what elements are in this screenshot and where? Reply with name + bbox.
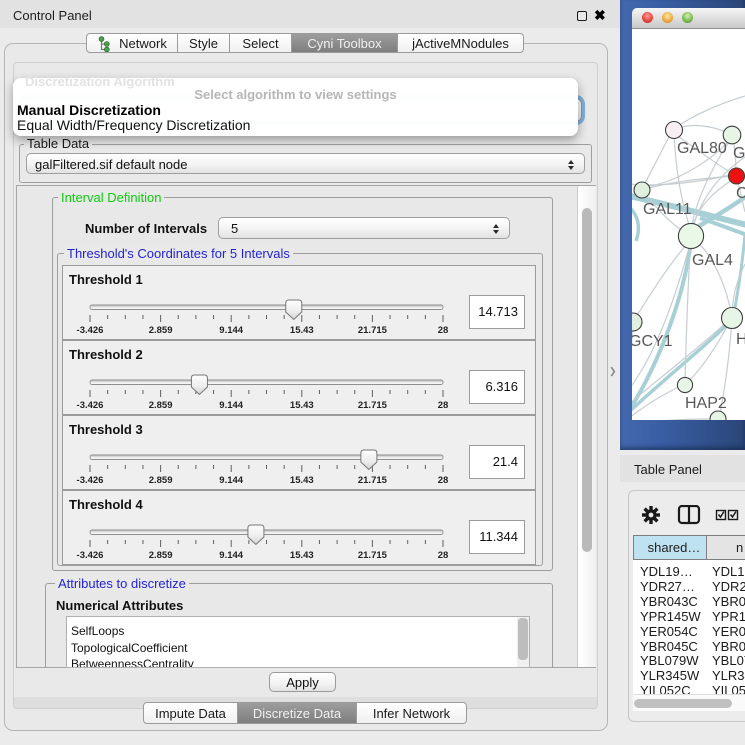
svg-text:28: 28 bbox=[438, 325, 449, 336]
svg-text:2.859: 2.859 bbox=[149, 475, 173, 486]
svg-text:Threshold 4: Threshold 4 bbox=[69, 497, 143, 512]
svg-text:H: H bbox=[736, 331, 745, 348]
svg-text:28: 28 bbox=[438, 475, 449, 486]
svg-text:15.43: 15.43 bbox=[290, 550, 314, 561]
svg-text:-3.426: -3.426 bbox=[77, 400, 104, 411]
svg-text:GAL11: GAL11 bbox=[643, 201, 692, 218]
svg-text:21.4: 21.4 bbox=[493, 454, 518, 469]
svg-text:GAL4: GAL4 bbox=[692, 252, 733, 269]
svg-text:GA: GA bbox=[733, 145, 745, 162]
svg-text:11.344: 11.344 bbox=[479, 529, 518, 544]
svg-text:15.43: 15.43 bbox=[290, 325, 314, 336]
svg-text:GAL80: GAL80 bbox=[677, 140, 727, 157]
svg-text:15.43: 15.43 bbox=[290, 475, 314, 486]
svg-text:6.316: 6.316 bbox=[485, 379, 518, 394]
svg-text:-3.426: -3.426 bbox=[77, 325, 104, 336]
svg-text:2.859: 2.859 bbox=[149, 550, 173, 561]
svg-text:9.144: 9.144 bbox=[219, 475, 243, 486]
svg-text:Threshold 1: Threshold 1 bbox=[69, 272, 143, 287]
svg-text:-3.426: -3.426 bbox=[77, 550, 104, 561]
svg-text:14.713: 14.713 bbox=[478, 304, 518, 319]
svg-text:Threshold 3: Threshold 3 bbox=[69, 422, 143, 437]
svg-text:C: C bbox=[736, 185, 745, 202]
svg-text:2.859: 2.859 bbox=[149, 325, 173, 336]
svg-text:21.715: 21.715 bbox=[358, 475, 388, 486]
svg-text:21.715: 21.715 bbox=[358, 325, 388, 336]
svg-text:21.715: 21.715 bbox=[358, 550, 388, 561]
svg-text:2.859: 2.859 bbox=[149, 400, 173, 411]
svg-text:28: 28 bbox=[438, 400, 449, 411]
svg-text:9.144: 9.144 bbox=[219, 400, 243, 411]
svg-text:9.144: 9.144 bbox=[219, 550, 243, 561]
svg-text:28: 28 bbox=[438, 550, 449, 561]
svg-text:15.43: 15.43 bbox=[290, 400, 314, 411]
svg-text:9.144: 9.144 bbox=[219, 325, 243, 336]
svg-text:HAP2: HAP2 bbox=[685, 395, 727, 412]
svg-text:-3.426: -3.426 bbox=[77, 475, 104, 486]
svg-text:GCY1: GCY1 bbox=[632, 333, 673, 350]
svg-text:21.715: 21.715 bbox=[358, 400, 388, 411]
svg-text:Threshold 2: Threshold 2 bbox=[69, 347, 143, 362]
